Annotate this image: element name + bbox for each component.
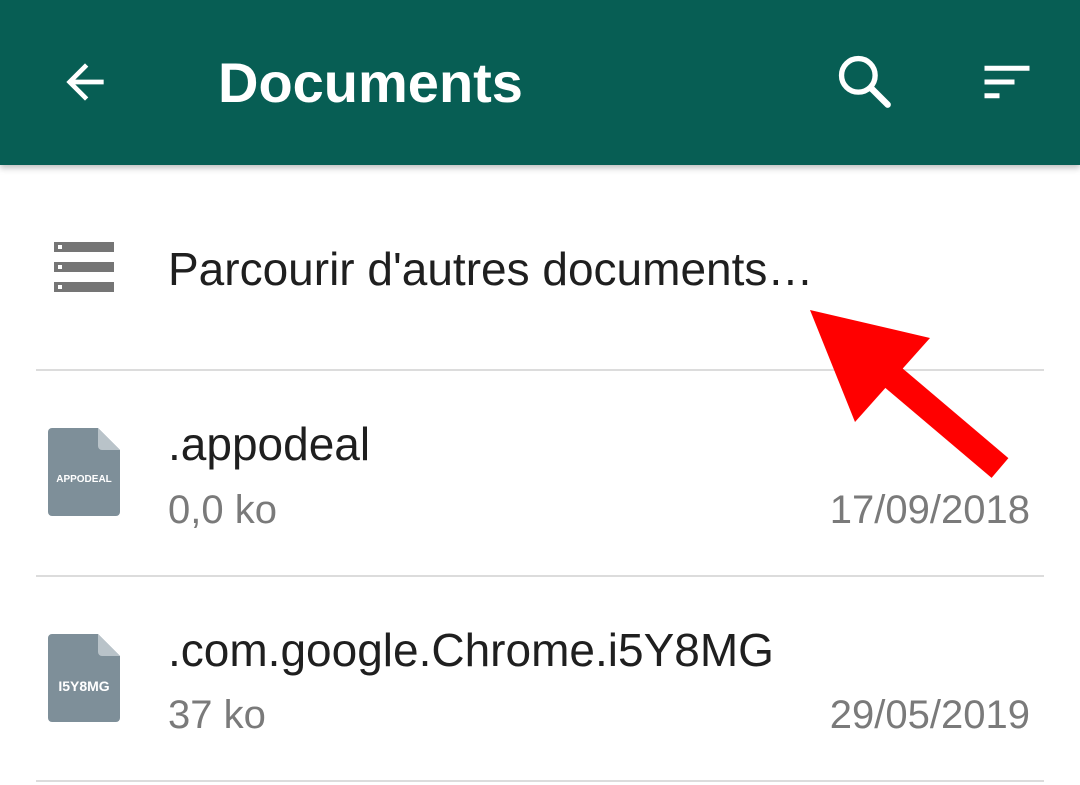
red-arrow-icon (810, 310, 1009, 478)
file-icon: I5Y8MG (48, 634, 120, 722)
file-date: 29/05/2019 (829, 693, 1030, 737)
file-type-label: I5Y8MG (58, 678, 110, 694)
search-icon (838, 55, 891, 108)
storage-list-icon (54, 242, 114, 292)
divider (36, 780, 1044, 782)
sort-icon (984, 65, 1030, 99)
file-size: 0,0 ko (168, 488, 277, 532)
search-button[interactable] (820, 37, 910, 127)
file-date: 17/09/2018 (829, 488, 1030, 532)
documents-screen: Documents Parcourir d'autres documents… (0, 0, 1080, 785)
browse-other-documents-label[interactable]: Parcourir d'autres documents… (168, 239, 813, 299)
file-name: .appodeal (168, 418, 371, 470)
arrow-back-icon (66, 63, 104, 101)
back-button[interactable] (40, 37, 130, 127)
file-size: 37 ko (168, 693, 266, 737)
file-name: .com.google.Chrome.i5Y8MG (168, 624, 774, 676)
page-title: Documents (218, 51, 523, 114)
sort-button[interactable] (962, 37, 1052, 127)
toolbar: Documents (0, 0, 1080, 165)
file-row-chrome[interactable] (0, 577, 1080, 782)
file-icon: APPODEAL (48, 428, 120, 516)
file-type-label: APPODEAL (56, 474, 112, 485)
